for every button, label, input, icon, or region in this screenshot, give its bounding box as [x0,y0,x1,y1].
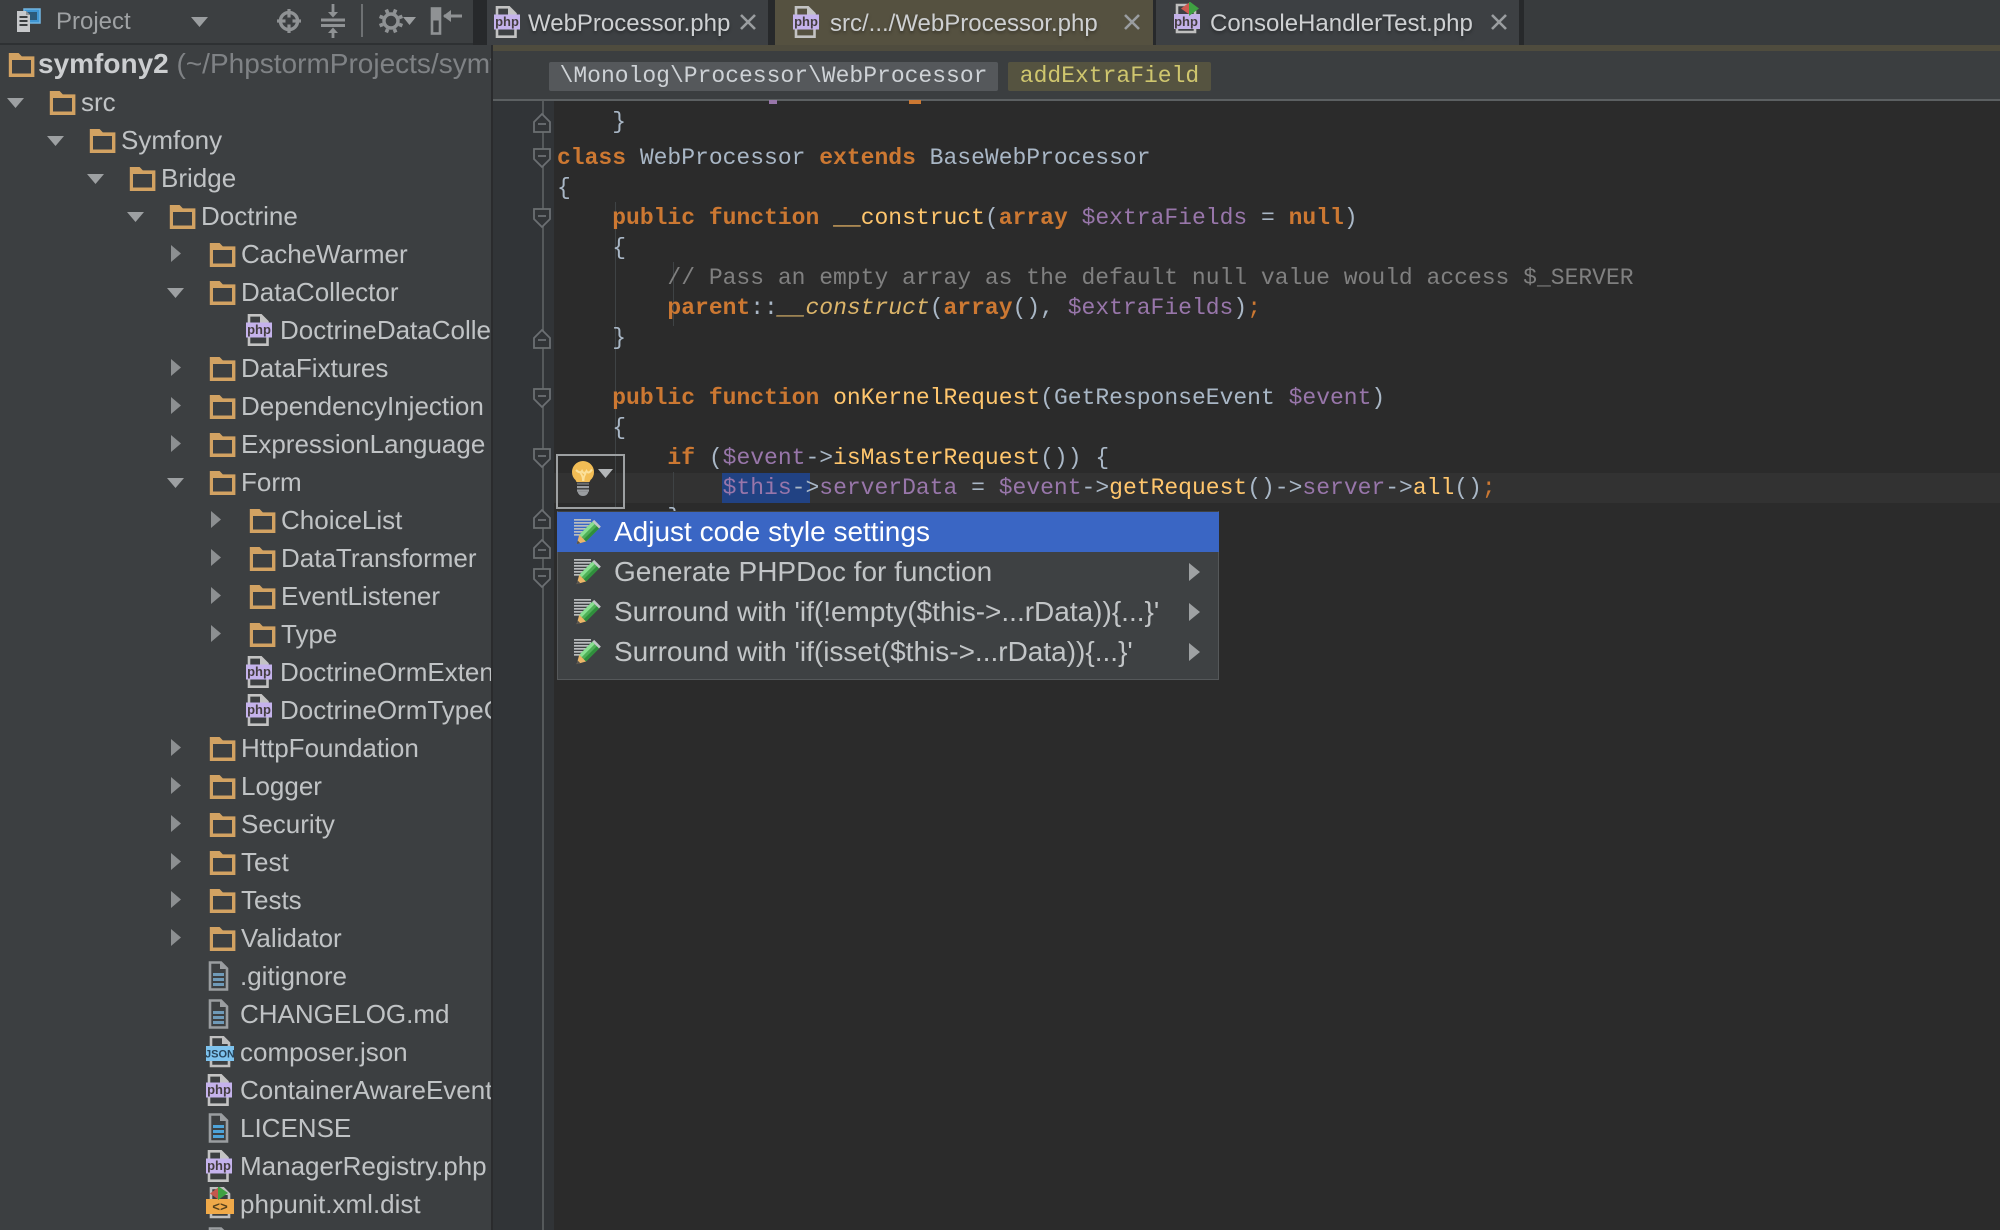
svg-text:php: php [247,322,271,337]
svg-text:php: php [247,664,271,679]
svg-text:<>: <> [212,1200,228,1215]
svg-text:php: php [794,14,818,29]
svg-text:JSON: JSON [206,1049,234,1061]
svg-text:php: php [1174,14,1198,29]
svg-text:php: php [247,702,271,717]
svg-text:php: php [495,14,519,29]
svg-text:php: php [207,1082,231,1097]
svg-text:php: php [207,1158,231,1173]
